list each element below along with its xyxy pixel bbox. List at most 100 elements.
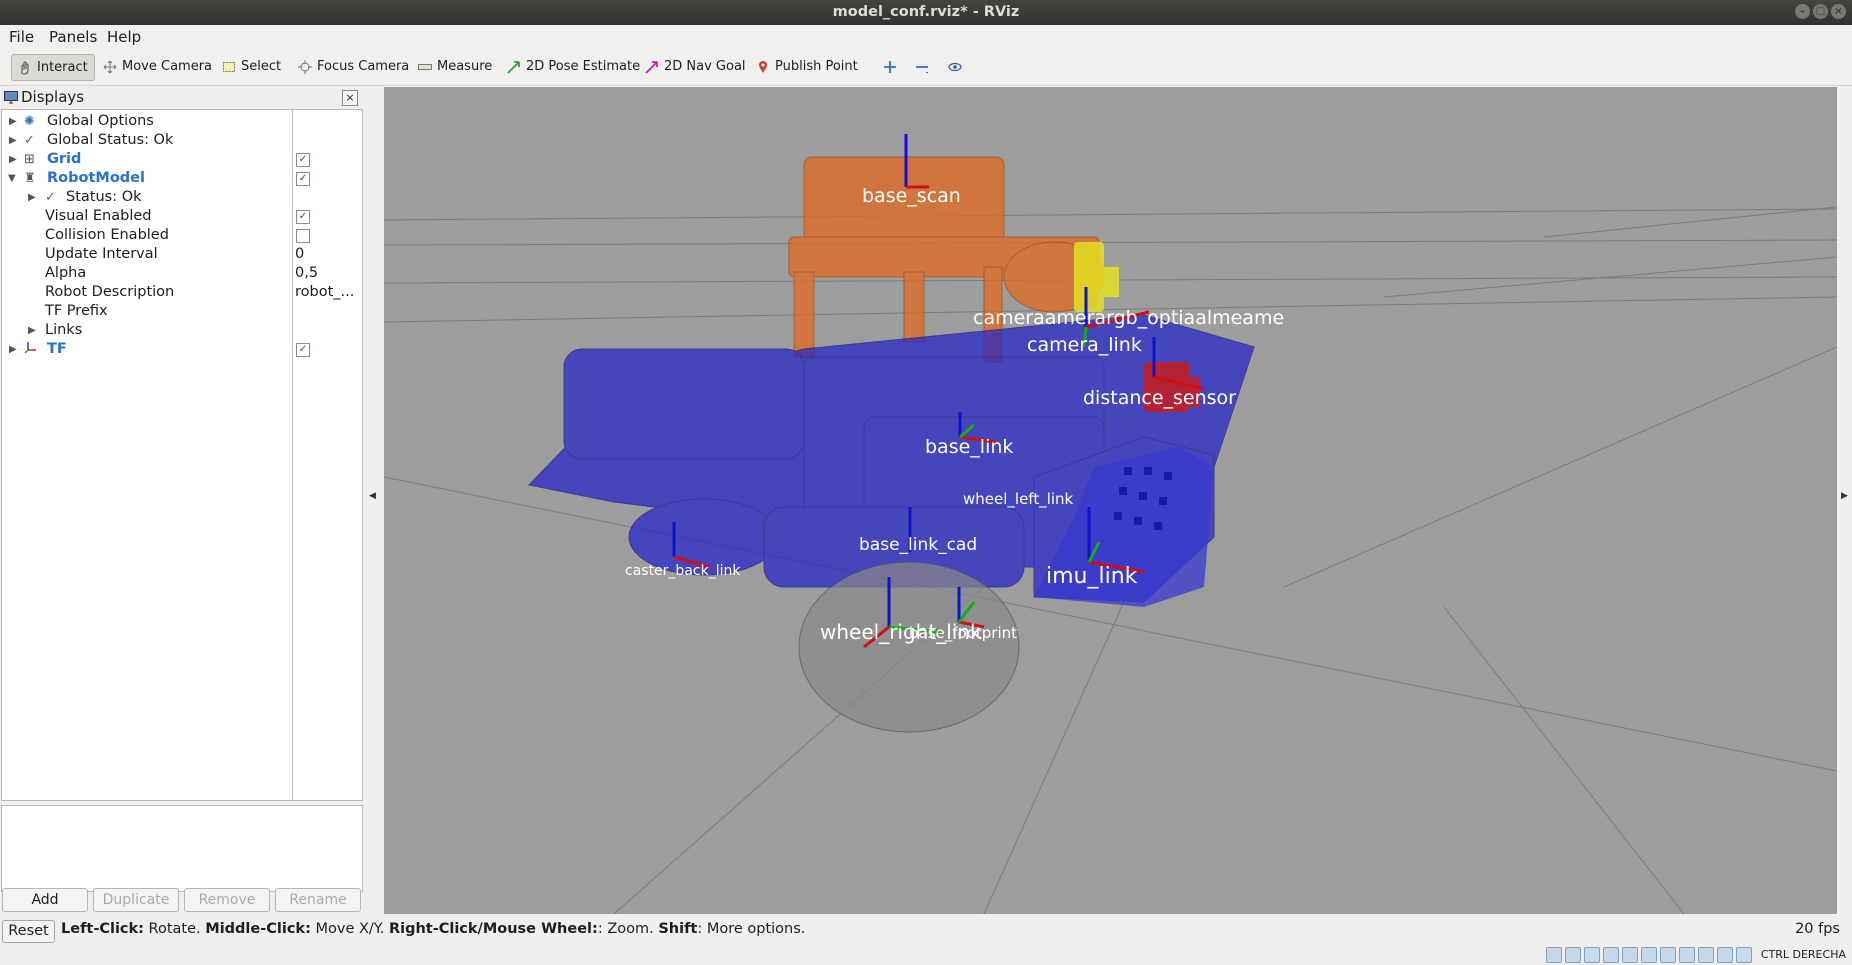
remove-tool-button[interactable] bbox=[909, 54, 935, 79]
frame-label-wheel-left-link: wheel_left_link bbox=[963, 490, 1074, 508]
expand-arrow-icon[interactable]: ▶ bbox=[28, 321, 36, 340]
update-interval-value[interactable]: 0 bbox=[295, 245, 304, 264]
hand-pointer-icon bbox=[21, 60, 29, 75]
tree-row-collision-enabled[interactable]: Collision Enabled bbox=[2, 226, 362, 245]
tool-measure-label: Measure bbox=[437, 59, 493, 74]
render-viewport[interactable]: base_scan cameraamerargb_optiaalmeame ca… bbox=[384, 87, 1837, 914]
frame-label-caster-back-link: caster_back_link bbox=[625, 563, 741, 579]
ruler-icon bbox=[418, 63, 432, 70]
status-bar: Reset Left-Click: Rotate. Middle-Click: … bbox=[0, 918, 1852, 944]
collapse-left-icon[interactable]: ◀ bbox=[369, 491, 376, 501]
tree-row-visual-enabled[interactable]: Visual Enabled ✓ bbox=[2, 207, 362, 226]
tool-focus-camera-label: Focus Camera bbox=[317, 59, 410, 74]
menu-help[interactable]: Help bbox=[107, 28, 141, 46]
remove-button[interactable]: Remove bbox=[184, 888, 270, 912]
tree-row-label: Alpha bbox=[45, 265, 87, 281]
hint-text: : More options. bbox=[697, 921, 806, 937]
expand-arrow-icon[interactable]: ▶ bbox=[9, 112, 17, 131]
tool-2d-pose-estimate[interactable]: 2D Pose Estimate bbox=[501, 54, 646, 79]
tool-publish-point-label: Publish Point bbox=[775, 59, 858, 74]
tool-move-camera[interactable]: Move Camera bbox=[97, 54, 218, 79]
tree-row-global-status[interactable]: ▶ ✓ Global Status: Ok bbox=[2, 131, 362, 150]
minimize-icon[interactable]: – bbox=[1795, 4, 1810, 19]
collision-enabled-checkbox[interactable] bbox=[296, 229, 310, 243]
visual-enabled-checkbox[interactable]: ✓ bbox=[296, 210, 310, 224]
menu-panels[interactable]: Panels bbox=[49, 28, 97, 46]
right-splitter[interactable]: ▶ bbox=[1838, 87, 1852, 914]
left-splitter[interactable]: ◀ bbox=[363, 87, 383, 914]
tree-row-tf[interactable]: ▶ TF ✓ bbox=[2, 340, 362, 359]
grid-checkbox[interactable]: ✓ bbox=[296, 153, 310, 167]
keyboard-icon[interactable] bbox=[1736, 947, 1752, 963]
expand-right-icon[interactable]: ▶ bbox=[1841, 491, 1848, 501]
mouse-integration-icon[interactable] bbox=[1717, 947, 1733, 963]
collapse-arrow-icon[interactable]: ▼ bbox=[8, 169, 16, 188]
shared-folder-icon[interactable] bbox=[1641, 947, 1657, 963]
tree-row-update-interval[interactable]: Update Interval 0 bbox=[2, 245, 362, 264]
tool-move-camera-label: Move Camera bbox=[122, 59, 213, 74]
hdd-icon[interactable] bbox=[1546, 947, 1562, 963]
tree-row-links[interactable]: ▶ Links bbox=[2, 321, 362, 340]
tree-row-tf-prefix[interactable]: TF Prefix bbox=[2, 302, 362, 321]
tree-row-label: Visual Enabled bbox=[45, 208, 152, 224]
tool-measure[interactable]: Measure bbox=[412, 54, 498, 79]
window-title: model_conf.rviz* - RViz bbox=[832, 4, 1020, 20]
tree-row-grid[interactable]: ▶ ⊞ Grid ✓ bbox=[2, 150, 362, 169]
tree-row-label: TF bbox=[47, 341, 67, 357]
add-button[interactable]: Add bbox=[2, 888, 88, 912]
vm-tray bbox=[1546, 947, 1752, 963]
hint-key: Shift bbox=[658, 921, 698, 937]
reset-button[interactable]: Reset bbox=[2, 920, 55, 943]
tree-row-label: Status: Ok bbox=[66, 189, 142, 205]
menu-file[interactable]: File bbox=[9, 28, 34, 46]
alpha-value[interactable]: 0,5 bbox=[295, 264, 318, 283]
optical-drive-icon[interactable] bbox=[1565, 947, 1581, 963]
robot-icon: ♜ bbox=[24, 171, 36, 186]
vm-status-bar: CTRL DERECHA bbox=[0, 944, 1852, 965]
tree-row-alpha[interactable]: Alpha 0,5 bbox=[2, 264, 362, 283]
tree-row-label: Grid bbox=[47, 151, 82, 167]
audio-icon[interactable] bbox=[1584, 947, 1600, 963]
display-icon[interactable] bbox=[1660, 947, 1676, 963]
tf-checkbox[interactable]: ✓ bbox=[296, 343, 310, 357]
tool-focus-camera[interactable]: Focus Camera bbox=[292, 54, 415, 79]
frame-label-camera-link: camera_link bbox=[1027, 334, 1142, 356]
rename-button[interactable]: Rename bbox=[275, 888, 361, 912]
robotmodel-checkbox[interactable]: ✓ bbox=[296, 172, 310, 186]
displays-tree[interactable]: ▶ ✺ Global Options ▶ ✓ Global Status: Ok… bbox=[1, 109, 363, 801]
tool-interact[interactable]: Interact bbox=[11, 54, 95, 81]
eye-icon bbox=[948, 62, 962, 71]
hint-text: Move X/Y. bbox=[310, 921, 389, 937]
tree-row-label: RobotModel bbox=[47, 170, 145, 186]
grid-icon: ⊞ bbox=[24, 152, 35, 167]
tool-publish-point[interactable]: Publish Point bbox=[750, 54, 864, 79]
fps-counter: 20 fps bbox=[1795, 921, 1840, 937]
monitor-icon bbox=[4, 91, 18, 104]
hint-key: Right-Click/Mouse Wheel: bbox=[388, 921, 598, 937]
tree-row-robotmodel[interactable]: ▼ ♜ RobotModel ✓ bbox=[2, 169, 362, 188]
maximize-icon[interactable]: □ bbox=[1813, 4, 1828, 19]
close-icon[interactable]: × bbox=[1831, 4, 1846, 19]
view-options-button[interactable] bbox=[942, 54, 968, 79]
close-panel-icon[interactable]: × bbox=[342, 90, 358, 106]
tree-row-status[interactable]: ▶ ✓ Status: Ok bbox=[2, 188, 362, 207]
displays-panel-title: Displays bbox=[21, 88, 85, 106]
network-icon[interactable] bbox=[1603, 947, 1619, 963]
tool-2d-nav-goal[interactable]: 2D Nav Goal bbox=[639, 54, 752, 79]
tree-row-robot-description[interactable]: Robot Description robot_... bbox=[2, 283, 362, 302]
expand-arrow-icon[interactable]: ▶ bbox=[9, 131, 17, 150]
expand-arrow-icon[interactable]: ▶ bbox=[28, 188, 36, 207]
expand-arrow-icon[interactable]: ▶ bbox=[9, 150, 17, 169]
map-pin-icon bbox=[759, 60, 767, 73]
tool-select[interactable]: Select bbox=[216, 54, 287, 79]
duplicate-button[interactable]: Duplicate bbox=[93, 888, 179, 912]
tree-row-global-options[interactable]: ▶ ✺ Global Options bbox=[2, 112, 362, 131]
cpu-icon[interactable] bbox=[1698, 947, 1714, 963]
robot-description-value[interactable]: robot_... bbox=[295, 283, 354, 302]
checkmark-icon: ✓ bbox=[45, 190, 56, 205]
plus-icon bbox=[884, 60, 896, 73]
usb-icon[interactable] bbox=[1622, 947, 1638, 963]
add-tool-button[interactable] bbox=[877, 54, 903, 79]
recording-icon[interactable] bbox=[1679, 947, 1695, 963]
expand-arrow-icon[interactable]: ▶ bbox=[9, 340, 17, 359]
